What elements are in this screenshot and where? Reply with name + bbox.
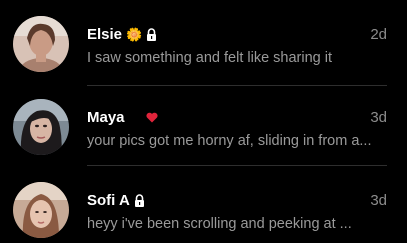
avatar-photo xyxy=(13,16,69,72)
timestamp: 3d xyxy=(370,109,387,126)
heart-icon xyxy=(146,112,158,122)
avatar[interactable] xyxy=(13,16,69,72)
message-preview: your pics got me horny af, sliding in fr… xyxy=(87,133,372,149)
avatar[interactable] xyxy=(13,182,69,238)
contact-name: Sofi A xyxy=(87,191,130,209)
timestamp: 2d xyxy=(370,26,387,43)
conversation-item-elsie[interactable]: Elsie 🌼 2d I saw something and felt like… xyxy=(0,4,407,86)
flower-emoji-icon: 🌼 xyxy=(126,26,143,42)
lock-icon xyxy=(147,27,157,41)
message-preview: heyy i've been scrolling and peeking at … xyxy=(87,216,352,232)
contact-name: Maya xyxy=(87,108,125,126)
contact-name: Elsie xyxy=(87,25,123,43)
conversation-list: Elsie 🌼 2d I saw something and felt like… xyxy=(0,0,407,243)
message-preview: I saw something and felt like sharing it xyxy=(87,50,333,66)
conversation-item-maya[interactable]: Maya 😛 3d your pics got me horny af, sli… xyxy=(0,87,407,169)
conversation-item-sofi-a[interactable]: Sofi A 3d heyy i've been scrolling and p… xyxy=(0,170,407,243)
timestamp: 3d xyxy=(370,192,387,209)
divider xyxy=(87,165,387,166)
avatar-photo xyxy=(13,182,69,238)
lock-icon xyxy=(134,193,144,207)
divider xyxy=(87,85,387,86)
avatar[interactable] xyxy=(13,99,69,155)
avatar-photo xyxy=(13,99,69,155)
tongue-face-emoji-icon: 😛 xyxy=(128,109,143,125)
